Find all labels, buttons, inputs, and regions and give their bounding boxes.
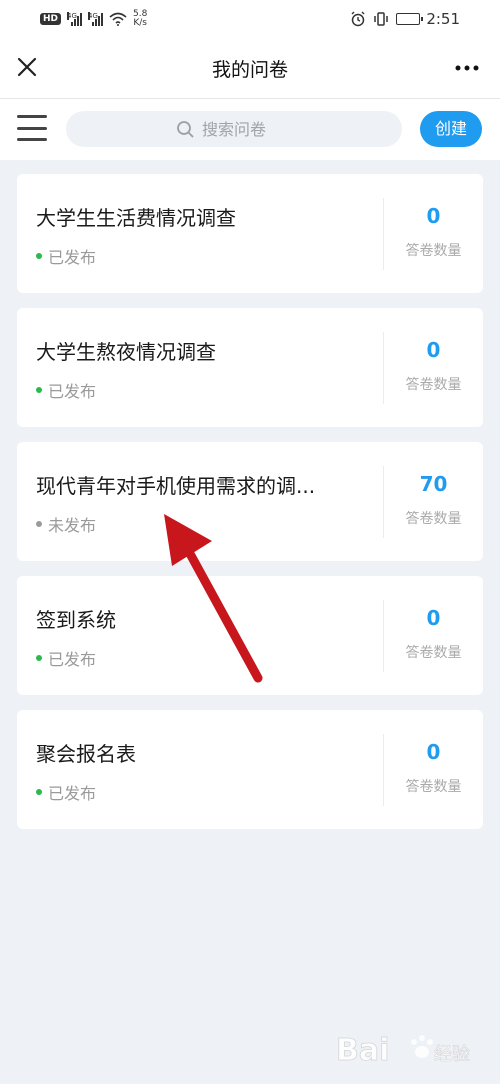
status-dot-icon (36, 655, 42, 661)
signal-icon-2: 4G (88, 12, 104, 26)
close-button[interactable] (12, 52, 42, 82)
toolbar: 创建 (0, 98, 500, 160)
response-count: 0 (426, 204, 441, 228)
more-button[interactable] (452, 53, 482, 83)
status-dot-icon (36, 789, 42, 795)
survey-card[interactable]: 大学生生活费情况调查 已发布 0 答卷数量 (17, 174, 483, 293)
response-count-label: 答卷数量 (405, 377, 462, 393)
survey-card[interactable]: 签到系统 已发布 0 答卷数量 (17, 576, 483, 695)
survey-card[interactable]: 现代青年对手机使用需求的调... 未发布 70 答卷数量 (17, 442, 483, 561)
response-count-label: 答卷数量 (405, 511, 462, 527)
status-dot-icon (36, 387, 42, 393)
survey-status: 未发布 (36, 512, 96, 536)
network-speed: 5.8 K/s (133, 9, 148, 28)
menu-icon-bar (17, 126, 47, 130)
status-text: 已发布 (48, 650, 97, 669)
response-count: 0 (426, 606, 441, 630)
status-bar: HD 4G 4G 5.8 K/s 2:51 (0, 0, 500, 38)
svg-text:Bai: Bai (336, 1033, 389, 1068)
survey-list: 大学生生活费情况调查 已发布 0 答卷数量 大学生熬夜情况调查 已发布 0 答卷… (17, 174, 483, 844)
page-title: 我的问卷 (211, 58, 288, 81)
status-text: 已发布 (48, 784, 97, 803)
response-count-label: 答卷数量 (405, 645, 462, 661)
status-time: 2:51 (426, 10, 460, 28)
menu-button[interactable] (17, 115, 47, 141)
watermark-logo: Bai 经验 (336, 1026, 486, 1074)
survey-status: 已发布 (36, 646, 96, 670)
survey-title: 聚会报名表 (36, 742, 136, 766)
signal-icon: 4G (67, 12, 83, 26)
survey-title: 现代青年对手机使用需求的调... (36, 474, 316, 498)
battery-icon (396, 13, 424, 25)
survey-status: 已发布 (36, 780, 96, 804)
survey-status: 已发布 (36, 378, 96, 402)
hd-badge: HD (40, 13, 62, 25)
vibrate-icon (374, 12, 389, 26)
menu-icon-bar (17, 138, 47, 141)
response-count: 0 (426, 740, 441, 764)
svg-text:经验: 经验 (434, 1044, 470, 1065)
response-count-label: 答卷数量 (405, 243, 462, 259)
more-icon (455, 65, 479, 71)
status-text: 未发布 (48, 516, 97, 535)
menu-icon-bar (17, 115, 47, 118)
create-button[interactable]: 创建 (420, 111, 482, 147)
survey-card[interactable]: 聚会报名表 已发布 0 答卷数量 (17, 710, 483, 829)
survey-card[interactable]: 大学生熬夜情况调查 已发布 0 答卷数量 (17, 308, 483, 427)
status-text: 已发布 (48, 248, 97, 267)
response-count: 70 (419, 472, 448, 496)
wifi-icon (109, 12, 127, 26)
paw-logo-icon: Bai 经验 (336, 1033, 470, 1069)
status-dot-icon (36, 521, 42, 527)
search-icon (177, 121, 194, 138)
survey-status: 已发布 (36, 244, 96, 268)
close-icon (17, 57, 37, 77)
status-right: 2:51 (350, 10, 460, 28)
survey-title: 大学生生活费情况调查 (36, 206, 236, 230)
response-count: 0 (426, 338, 441, 362)
status-dot-icon (36, 253, 42, 259)
status-left: HD 4G 4G 5.8 K/s (40, 10, 147, 28)
title-bar: 我的问卷 (0, 38, 500, 98)
survey-title: 大学生熬夜情况调查 (36, 340, 216, 364)
survey-title: 签到系统 (36, 608, 116, 632)
search-input[interactable] (202, 119, 292, 139)
status-text: 已发布 (48, 382, 97, 401)
alarm-icon (351, 11, 365, 27)
search-box[interactable] (66, 111, 402, 147)
response-count-label: 答卷数量 (405, 779, 462, 795)
